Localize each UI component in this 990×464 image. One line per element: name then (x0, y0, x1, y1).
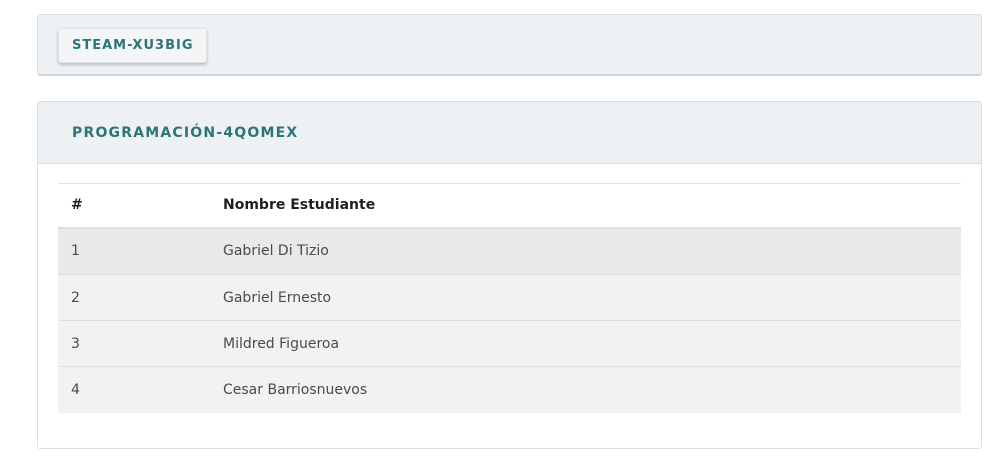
table-row[interactable]: 2 Gabriel Ernesto (58, 274, 961, 321)
row-number: 3 (58, 320, 223, 367)
table-header: # Nombre Estudiante (58, 183, 961, 228)
table-body: 1 Gabriel Di Tizio 2 Gabriel Ernesto 3 M… (58, 227, 961, 413)
course-button[interactable]: STEAM-XU3BIG (58, 28, 208, 63)
course-selector-card: STEAM-XU3BIG (37, 14, 982, 76)
student-name: Mildred Figueroa (223, 320, 961, 367)
class-title: PROGRAMACIÓN-4QOMEX (72, 125, 299, 141)
table-header-row: # Nombre Estudiante (58, 183, 961, 228)
column-header-student-name: Nombre Estudiante (223, 197, 376, 214)
table-row[interactable]: 1 Gabriel Di Tizio (58, 227, 961, 275)
table-row[interactable]: 3 Mildred Figueroa (58, 320, 961, 367)
student-name: Cesar Barriosnuevos (223, 366, 961, 413)
column-header-number: # (71, 197, 83, 214)
student-name: Gabriel Ernesto (223, 274, 961, 321)
students-table-wrapper: # Nombre Estudiante 1 Gabriel Di Tizio 2… (58, 183, 961, 413)
class-card: PROGRAMACIÓN-4QOMEX # Nombre Estudiante … (37, 101, 982, 449)
row-number: 4 (58, 366, 223, 413)
students-table: # Nombre Estudiante 1 Gabriel Di Tizio 2… (58, 183, 961, 413)
class-card-header: PROGRAMACIÓN-4QOMEX (38, 102, 981, 164)
student-name: Gabriel Di Tizio (223, 243, 329, 260)
row-number: 2 (58, 274, 223, 321)
table-row[interactable]: 4 Cesar Barriosnuevos (58, 366, 961, 413)
row-number: 1 (71, 243, 80, 260)
